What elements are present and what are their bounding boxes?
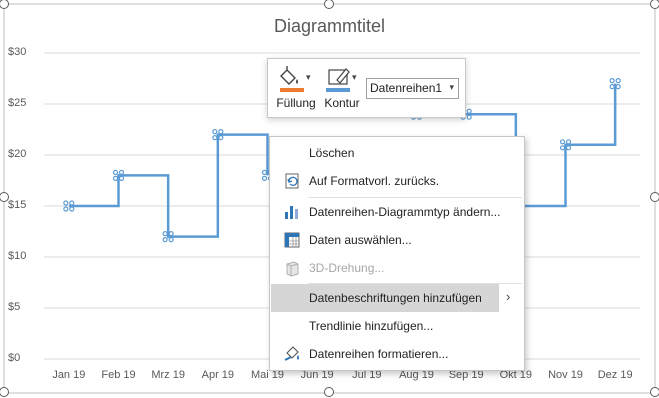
resize-handle-top-right[interactable]	[650, 0, 659, 9]
y-tick-label: $10	[8, 250, 27, 262]
x-tick-label: Apr 19	[201, 369, 235, 381]
chevron-right-icon: ›	[506, 289, 511, 304]
y-tick-label: $0	[8, 352, 21, 364]
menu-item-format-series[interactable]: Datenreihen formatieren...	[271, 340, 523, 368]
series-dropdown-value: Datenreihen1	[370, 81, 443, 95]
reset-style-icon	[285, 173, 299, 189]
y-tick-label: $30	[8, 46, 27, 58]
menu-item-label: Daten auswählen...	[309, 233, 412, 247]
fill-button[interactable]: ▾ Füllung	[274, 64, 318, 114]
y-tick-label: $20	[8, 148, 27, 160]
chevron-down-icon: ▾	[449, 82, 454, 92]
x-tick-label: Dez 19	[597, 369, 633, 381]
menu-item-label: Datenreihen formatieren...	[309, 347, 449, 361]
menu-item-add-data-labels[interactable]: Datenbeschriftungen hinzufügen	[271, 284, 499, 312]
outline-color-swatch	[326, 88, 350, 92]
x-tick-label: Nov 19	[548, 369, 583, 381]
mini-toolbar: ▾ Füllung ▾ Kontur Datenreihen1 ▾	[267, 58, 466, 118]
menu-item-add-trendline[interactable]: Trendlinie hinzufügen...	[271, 312, 523, 340]
chart-title[interactable]: Diagrammtitel	[0, 16, 659, 37]
menu-item-label: Löschen	[309, 146, 355, 160]
select-data-icon	[284, 232, 300, 248]
x-tick-label: Jan 19	[52, 369, 86, 381]
3d-rotation-icon	[286, 261, 299, 277]
y-tick-label: $15	[8, 199, 27, 211]
chevron-down-icon[interactable]: ▾	[352, 72, 357, 83]
y-tick-label: $25	[8, 97, 27, 109]
x-tick-label: Mrz 19	[151, 369, 185, 381]
series-dropdown[interactable]: Datenreihen1 ▾	[366, 78, 459, 99]
chart-type-icon	[285, 206, 298, 219]
fill-label: Füllung	[276, 96, 316, 110]
resize-handle-bottom-right[interactable]	[650, 387, 659, 397]
menu-item-delete[interactable]: Löschen	[271, 139, 523, 167]
menu-item-change-chart-type[interactable]: Datenreihen-Diagrammtyp ändern...	[271, 198, 523, 226]
y-tick-label: $5	[8, 301, 21, 313]
x-tick-label: Feb 19	[101, 369, 136, 381]
pen-icon	[328, 68, 350, 85]
outline-button[interactable]: ▾ Kontur	[320, 64, 364, 114]
menu-item-3d-rotation: 3D-Drehung...	[271, 254, 523, 282]
menu-item-reset-style[interactable]: Auf Formatvorl. zurücks.	[271, 167, 523, 195]
resize-handle-bottom-center[interactable]	[324, 387, 334, 397]
chevron-down-icon[interactable]: ▾	[306, 72, 311, 83]
context-menu: Löschen Auf Formatvorl. zurücks. Datenre…	[269, 136, 525, 371]
format-series-icon	[284, 346, 299, 361]
fill-color-swatch	[280, 88, 304, 92]
menu-item-label: 3D-Drehung...	[309, 261, 385, 275]
menu-item-label: Trendlinie hinzufügen...	[309, 319, 434, 333]
resize-handle-middle-right[interactable]	[650, 192, 659, 202]
menu-item-label: Datenreihen-Diagrammtyp ändern...	[309, 205, 501, 219]
outline-label: Kontur	[324, 96, 360, 110]
menu-item-label: Auf Formatvorl. zurücks.	[309, 174, 440, 188]
paint-bucket-icon	[280, 66, 298, 85]
menu-item-label: Datenbeschriftungen hinzufügen	[309, 291, 482, 305]
menu-item-select-data[interactable]: Daten auswählen...	[271, 226, 523, 254]
